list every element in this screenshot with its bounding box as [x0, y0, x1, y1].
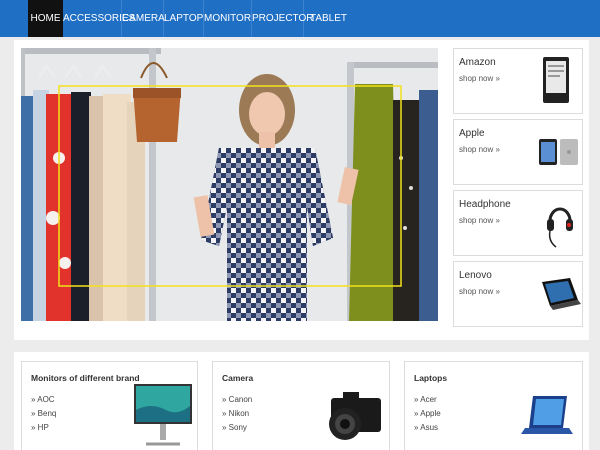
- category-title: Laptops: [414, 373, 448, 383]
- top-navigation: HOME ACCESSORIES CAMERA LAPTOP MONITOR P…: [0, 0, 600, 61]
- promo-title: Headphone: [459, 199, 511, 210]
- nav-projector[interactable]: PROJECTOR: [252, 0, 314, 37]
- nav-home[interactable]: HOME: [28, 0, 63, 37]
- category-link-acer[interactable]: » Acer: [414, 395, 437, 404]
- promo-card-lenovo[interactable]: Lenovo shop now »: [453, 261, 583, 327]
- nav-laptop[interactable]: LAPTOP: [164, 0, 204, 37]
- category-link-nikon[interactable]: » Nikon: [222, 409, 249, 418]
- category-link-canon[interactable]: » Canon: [222, 395, 252, 404]
- promo-title: Amazon: [459, 57, 496, 68]
- category-card-camera[interactable]: Camera » Canon » Nikon » Sony: [212, 361, 390, 450]
- laptop-icon: [542, 278, 581, 310]
- shop-now-link[interactable]: shop now »: [459, 287, 500, 296]
- category-link-aoc[interactable]: » AOC: [31, 395, 55, 404]
- monitor-icon: [134, 384, 192, 446]
- laptop-icon: [521, 396, 573, 434]
- category-link-apple[interactable]: » Apple: [414, 409, 441, 418]
- headphone-icon: [547, 207, 573, 248]
- nav-accessories[interactable]: ACCESSORIES: [63, 0, 135, 37]
- category-link-sony[interactable]: » Sony: [222, 423, 247, 432]
- nav-camera[interactable]: CAMERA: [122, 0, 165, 37]
- shop-now-link[interactable]: shop now »: [459, 74, 500, 83]
- nav-monitor[interactable]: MONITOR: [204, 0, 252, 37]
- hero-banner-image: [21, 48, 438, 321]
- tablet-icon: [539, 139, 578, 165]
- promo-card-amazon[interactable]: Amazon shop now »: [453, 48, 583, 114]
- shop-now-link[interactable]: shop now »: [459, 145, 500, 154]
- category-title: Monitors of different brand: [31, 373, 140, 383]
- nav-tablet-pc[interactable]: TABLET PC: [304, 0, 353, 61]
- shop-now-link[interactable]: shop now »: [459, 216, 500, 225]
- category-title: Camera: [222, 373, 254, 383]
- category-link-asus[interactable]: » Asus: [414, 423, 438, 432]
- category-link-benq[interactable]: » Benq: [31, 409, 56, 418]
- promo-title: Lenovo: [459, 270, 492, 281]
- promo-title: Apple: [459, 128, 485, 139]
- promo-card-headphone[interactable]: Headphone shop now »: [453, 190, 583, 256]
- promo-card-apple[interactable]: Apple shop now »: [453, 119, 583, 185]
- category-card-monitors[interactable]: Monitors of different brand » AOC » Benq…: [21, 361, 198, 450]
- category-link-hp[interactable]: » HP: [31, 423, 49, 432]
- e-reader-icon: [543, 57, 569, 103]
- hero-banner[interactable]: [21, 48, 438, 321]
- category-card-laptops[interactable]: Laptops » Acer » Apple » Asus: [404, 361, 583, 450]
- camera-icon: [329, 392, 381, 440]
